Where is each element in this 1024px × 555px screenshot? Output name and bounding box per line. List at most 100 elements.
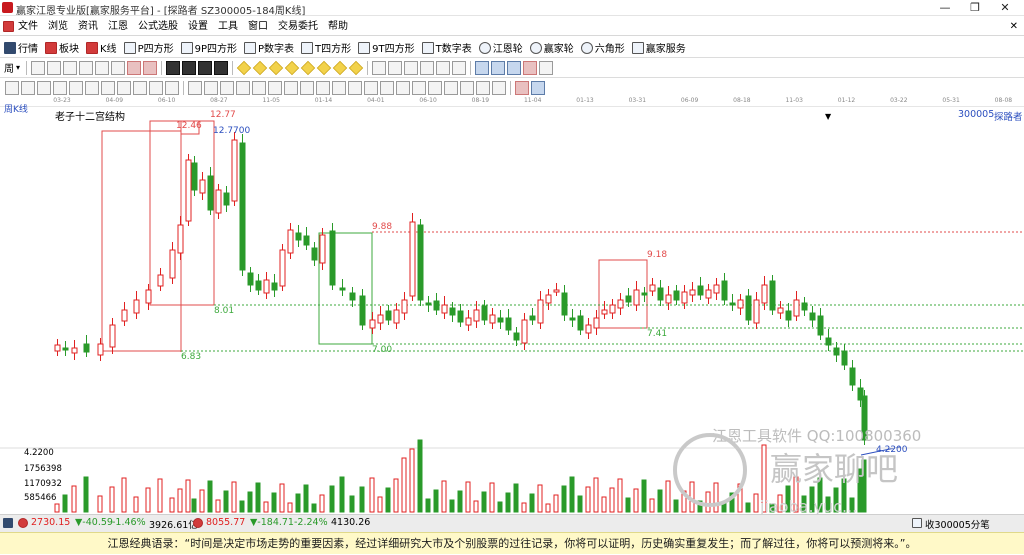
candle — [441, 304, 448, 314]
menu-item[interactable]: 设置 — [188, 18, 208, 36]
wheel-icon[interactable] — [531, 80, 545, 95]
copy-icon[interactable] — [47, 60, 62, 75]
box-icon[interactable] — [53, 80, 67, 95]
tick-icon[interactable] — [912, 518, 922, 528]
triangle-icon[interactable] — [332, 80, 346, 95]
toolbar-button[interactable]: P数字表 — [244, 38, 294, 58]
ruler-icon[interactable] — [95, 60, 110, 75]
grid2-icon[interactable] — [428, 80, 442, 95]
toolbar-button[interactable]: 板块 — [45, 38, 79, 58]
cut-icon[interactable] — [515, 80, 529, 95]
pen-icon[interactable] — [436, 60, 451, 75]
box2-icon[interactable] — [412, 80, 426, 95]
pct-icon[interactable] — [220, 80, 234, 95]
fan2-icon[interactable] — [476, 80, 490, 95]
pencil-icon[interactable] — [452, 60, 467, 75]
gann-icon[interactable] — [252, 60, 268, 75]
candle — [425, 302, 432, 306]
minimize-button[interactable]: — — [930, 0, 960, 16]
text2-icon[interactable] — [492, 80, 506, 95]
gann-grid-icon[interactable] — [268, 80, 282, 95]
delete-icon[interactable] — [523, 60, 538, 75]
spiral-icon[interactable] — [284, 80, 298, 95]
angle-icon[interactable] — [5, 80, 19, 95]
ellipse-icon[interactable] — [316, 80, 330, 95]
circle-icon[interactable] — [101, 80, 115, 95]
first-icon[interactable] — [166, 60, 181, 75]
menu-item[interactable]: 工具 — [218, 18, 238, 36]
toolbar-button[interactable]: 赢家轮 — [529, 38, 574, 58]
speed-icon[interactable] — [380, 80, 394, 95]
menu-item[interactable]: 浏览 — [48, 18, 68, 36]
candlestick-chart[interactable]: 江恩工具软件 QQ:100800360 赢家聊吧 jiaoba.yuc... 1… — [0, 108, 1024, 514]
save-icon[interactable] — [491, 60, 506, 75]
toolbar-button[interactable]: 9P四方形 — [180, 38, 237, 58]
toolbar-button[interactable]: K线 — [86, 38, 117, 58]
gann-icon[interactable] — [316, 60, 332, 75]
toolbar-button[interactable]: T四方形 — [301, 38, 351, 58]
square-icon[interactable] — [37, 80, 51, 95]
cycle-icon[interactable] — [165, 80, 179, 95]
toolbar-button[interactable]: T数字表 — [421, 38, 472, 58]
save-as-icon[interactable] — [507, 60, 522, 75]
text-icon[interactable] — [127, 60, 142, 75]
menu-item[interactable]: 江恩 — [108, 18, 128, 36]
menu-item[interactable]: 帮助 — [328, 18, 348, 36]
cross-icon[interactable] — [388, 60, 403, 75]
tri2-icon[interactable] — [444, 80, 458, 95]
channel-icon[interactable] — [364, 80, 378, 95]
line-icon[interactable] — [117, 80, 131, 95]
next-icon[interactable] — [198, 60, 213, 75]
wave-icon[interactable] — [204, 80, 218, 95]
hexagon-icon — [580, 41, 593, 54]
toolbar-button[interactable]: 赢家服务 — [631, 38, 686, 58]
grid-icon[interactable] — [3, 518, 13, 528]
menu-item[interactable]: 文件 — [18, 18, 38, 36]
gann-icon[interactable] — [300, 60, 316, 75]
chevron-down-icon[interactable]: ▾ — [16, 63, 20, 72]
arc2-icon[interactable] — [300, 80, 314, 95]
gann-icon[interactable] — [332, 60, 348, 75]
maximize-button[interactable]: ❐ — [960, 0, 990, 16]
time-icon[interactable] — [236, 80, 250, 95]
pitchfork-icon[interactable] — [348, 80, 362, 95]
prev-icon[interactable] — [182, 60, 197, 75]
calc-icon[interactable] — [475, 60, 490, 75]
gann-fan-icon[interactable] — [252, 80, 266, 95]
menu-item[interactable]: 窗口 — [248, 18, 268, 36]
trend2-icon[interactable] — [460, 80, 474, 95]
setting-icon[interactable] — [79, 60, 94, 75]
angle2-icon[interactable] — [396, 80, 410, 95]
print-icon[interactable] — [63, 60, 78, 75]
adjust-icon[interactable] — [111, 60, 126, 75]
fib-icon[interactable] — [188, 80, 202, 95]
toolbar-button[interactable]: 六角形 — [580, 38, 625, 58]
mdi-close-button[interactable]: ✕ — [1010, 18, 1018, 36]
tools-icon[interactable] — [539, 60, 554, 75]
gann-icon[interactable] — [348, 60, 364, 75]
hand-icon[interactable] — [420, 60, 435, 75]
menu-item[interactable]: 公式选股 — [138, 18, 178, 36]
gann-icon[interactable] — [284, 60, 300, 75]
pan-icon[interactable] — [372, 60, 387, 75]
last-icon[interactable] — [214, 60, 229, 75]
flag-icon[interactable] — [143, 60, 158, 75]
toolbar-button[interactable]: 9T四方形 — [358, 38, 415, 58]
menu-item[interactable]: 交易委托 — [278, 18, 318, 36]
close-button[interactable]: ✕ — [990, 0, 1020, 16]
zoom-icon[interactable] — [31, 60, 46, 75]
gann-icon[interactable] — [236, 60, 252, 75]
fan-icon[interactable] — [85, 80, 99, 95]
trend-icon[interactable] — [69, 80, 83, 95]
arc-icon[interactable] — [21, 80, 35, 95]
line-tool-icon[interactable] — [404, 60, 419, 75]
toolbar-button[interactable]: 江恩轮 — [478, 38, 523, 58]
app-menu-icon[interactable] — [3, 21, 14, 32]
period-select[interactable]: 周 — [4, 60, 14, 75]
toolbar-button[interactable]: P四方形 — [123, 38, 174, 58]
toolbar-button[interactable]: 行情 — [4, 38, 38, 58]
ray-icon[interactable] — [149, 80, 163, 95]
gann-icon[interactable] — [268, 60, 284, 75]
menu-item[interactable]: 资讯 — [78, 18, 98, 36]
parallel-icon[interactable] — [133, 80, 147, 95]
